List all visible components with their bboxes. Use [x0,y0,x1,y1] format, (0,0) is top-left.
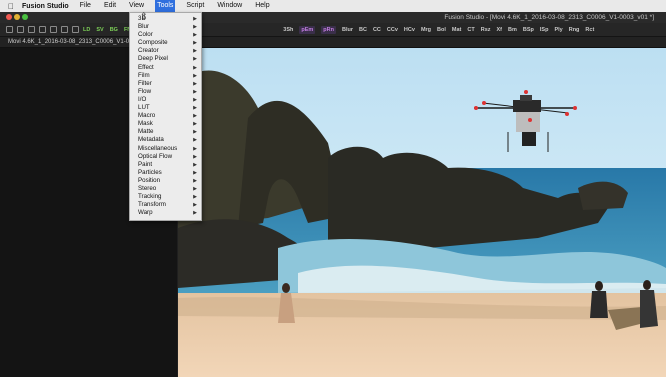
toolbar-icon-4[interactable] [39,26,46,33]
tools-menu-item-lut[interactable]: LUT ▶ [130,104,201,112]
tools-menu-item-mask[interactable]: Mask ▶ [130,120,201,128]
tools-menu-item-effect[interactable]: Effect ▶ [130,64,201,72]
tool-button-ct[interactable]: CT [467,27,474,33]
tool-button-bsp[interactable]: BSp [523,27,534,33]
menu-edit[interactable]: Edit [102,0,118,12]
tools-menu-item-position[interactable]: Position ▶ [130,177,201,185]
menu-file[interactable]: File [78,0,93,12]
tools-menu-item-miscellaneous[interactable]: Miscellaneous ▶ [130,145,201,153]
submenu-arrow-icon: ▶ [193,153,197,160]
submenu-arrow-icon: ▶ [193,202,197,209]
tool-button-cc[interactable]: CC [373,27,381,33]
submenu-arrow-icon: ▶ [193,40,197,47]
tool-button-ccv[interactable]: CCv [387,27,398,33]
submenu-arrow-icon: ▶ [193,56,197,63]
submenu-arrow-icon: ▶ [193,121,197,128]
tool-button-blur[interactable]: Blur [342,27,353,33]
tools-menu-item-tracking[interactable]: Tracking ▶ [130,193,201,201]
submenu-arrow-icon: ▶ [193,96,197,103]
close-window-button[interactable] [6,14,12,20]
submenu-arrow-icon: ▶ [193,24,197,31]
menu-script[interactable]: Script [184,0,206,12]
submenu-arrow-icon: ▶ [193,105,197,112]
submenu-arrow-icon: ▶ [193,210,197,217]
tool-button-pem[interactable]: pEm [299,25,316,34]
tool-button-rct[interactable]: Rct [585,27,594,33]
tools-menu-item-warp[interactable]: Warp ▶ [130,209,201,217]
submenu-arrow-icon: ▶ [193,48,197,55]
submenu-arrow-icon: ▶ [193,161,197,168]
mouse-pointer-icon: ⇧ [140,11,148,21]
toolbar-icon-3[interactable] [28,26,35,33]
tools-menu-item-filter[interactable]: Filter ▶ [130,80,201,88]
menu-window[interactable]: Window [215,0,244,12]
submenu-arrow-icon: ▶ [193,137,197,144]
viewer-image[interactable] [178,48,666,377]
tools-menu-item-paint[interactable]: Paint ▶ [130,161,201,169]
window-title-bar: Fusion Studio - [Movi 4.6K_1_2016-03-08_… [0,12,666,23]
tools-menu-item-metadata[interactable]: Metadata ▶ [130,136,201,144]
apple-icon[interactable]:  [8,2,18,11]
toolbar-icon-6[interactable] [61,26,68,33]
submenu-arrow-icon: ▶ [193,177,197,184]
submenu-arrow-icon: ▶ [193,32,197,39]
tools-menu-item-optical-flow[interactable]: Optical Flow ▶ [130,153,201,161]
tool-button-isp[interactable]: ISp [540,27,549,33]
tools-menu-item-macro[interactable]: Macro ▶ [130,112,201,120]
tool-button-xf[interactable]: Xf [497,27,503,33]
minimize-window-button[interactable] [14,14,20,20]
menu-tools[interactable]: Tools [155,0,176,12]
tool-button-bg[interactable]: BG [110,27,118,33]
tools-menu-item-deep-pixel[interactable]: Deep Pixel ▶ [130,55,201,63]
submenu-arrow-icon: ▶ [193,113,197,120]
tool-button-mat[interactable]: Mat [452,27,461,33]
tools-menu-item-blur[interactable]: Blur ▶ [130,23,201,31]
toolbar-icon-5[interactable] [50,26,57,33]
submenu-arrow-icon: ▶ [193,194,197,201]
app-name-menu[interactable]: Fusion Studio [22,3,69,10]
tool-button-3sh[interactable]: 3Sh [283,27,293,33]
submenu-arrow-icon: ▶ [193,64,197,71]
tool-button-hcv[interactable]: HCv [404,27,415,33]
submenu-arrow-icon: ▶ [193,72,197,79]
window-title: Fusion Studio - [Movi 4.6K_1_2016-03-08_… [444,14,654,21]
tools-menu-item-flow[interactable]: Flow ▶ [130,88,201,96]
tool-button-bol[interactable]: Bol [437,27,446,33]
submenu-arrow-icon: ▶ [193,169,197,176]
tool-button-bc[interactable]: BC [359,27,367,33]
tools-menu-item-matte[interactable]: Matte ▶ [130,128,201,136]
tools-menu-item-io[interactable]: I/O ▶ [130,96,201,104]
tools-menu-item-composite[interactable]: Composite ▶ [130,39,201,47]
menu-help[interactable]: Help [253,0,271,12]
tool-button-mrg[interactable]: Mrg [421,27,431,33]
tool-button-bm[interactable]: Bm [508,27,517,33]
tool-bar: LD SV BG FN 3Sh pEm pRn Blur BC CC CCv H… [0,23,666,37]
viewer-header: Movi 4.6K_1_2016-03-08_2313_C0006_V1-000… [0,37,666,48]
toolbar-icon-1[interactable] [6,26,13,33]
tools-menu-item-particles[interactable]: Particles ▶ [130,169,201,177]
tools-menu-item-creator[interactable]: Creator ▶ [130,47,201,55]
tools-dropdown-menu: 3D ▶ Blur ▶ Color ▶ Composite ▶ Creator ▶ Dee… [129,12,202,221]
tools-menu-item-film[interactable]: Film ▶ [130,72,201,80]
submenu-arrow-icon: ▶ [193,16,197,22]
toolbar-icon-7[interactable] [72,26,79,33]
clip-name-label: Movi 4.6K_1_2016-03-08_2313_C0006_V1-000… [8,39,146,45]
tools-menu-item-stereo[interactable]: Stereo ▶ [130,185,201,193]
submenu-arrow-icon: ▶ [193,145,197,152]
tools-menu-item-color[interactable]: Color ▶ [130,31,201,39]
menu-bar:  Fusion Studio File Edit View Tools Scr… [0,0,666,12]
tools-menu-item-transform[interactable]: Transform ▶ [130,201,201,209]
submenu-arrow-icon: ▶ [193,88,197,95]
toolbar-icon-2[interactable] [17,26,24,33]
tool-button-rng[interactable]: Rng [569,27,580,33]
zoom-window-button[interactable] [22,14,28,20]
tool-button-rsz[interactable]: Rsz [481,27,491,33]
submenu-arrow-icon: ▶ [193,80,197,87]
submenu-arrow-icon: ▶ [193,129,197,136]
tool-button-ld[interactable]: LD [83,27,90,33]
tool-button-ply[interactable]: Ply [554,27,562,33]
tool-button-sv[interactable]: SV [96,27,103,33]
tool-button-prn[interactable]: pRn [321,25,336,34]
submenu-arrow-icon: ▶ [193,185,197,192]
